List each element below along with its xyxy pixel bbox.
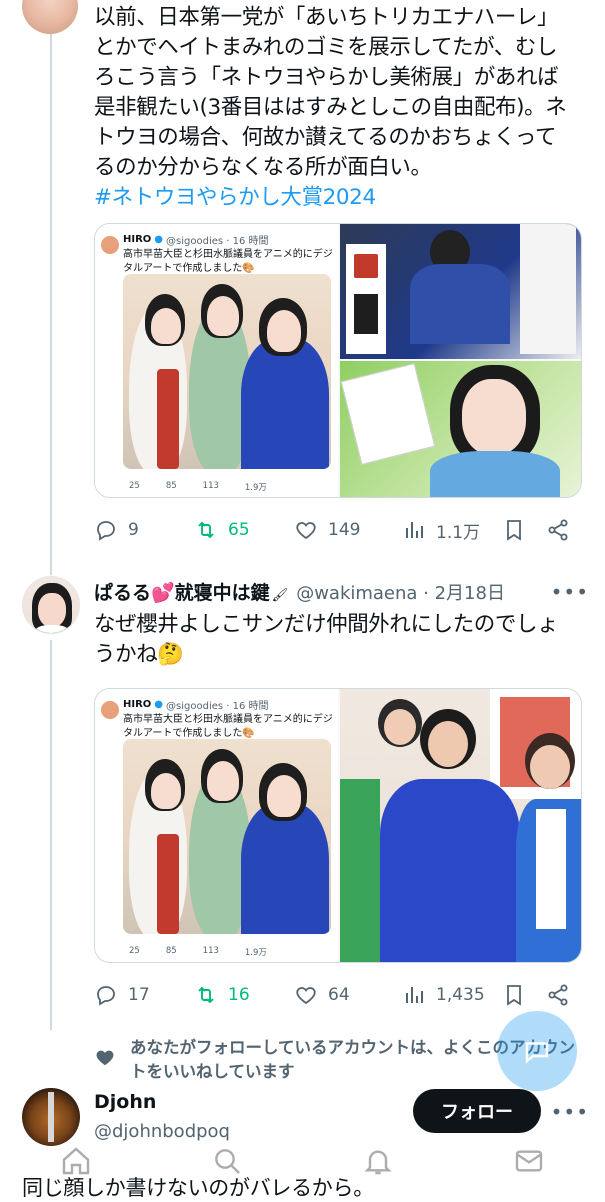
brush-icon: 🖌 xyxy=(271,588,289,603)
heart-icon xyxy=(296,522,316,540)
verified-icon: ● xyxy=(154,698,164,710)
display-name[interactable]: ぱるる💕就寝中は鍵 xyxy=(94,578,270,605)
bookmark-icon xyxy=(507,520,521,541)
avatar[interactable] xyxy=(22,576,80,634)
embed-stats: 25 85 113 1.9万 xyxy=(129,481,267,493)
heart-icon xyxy=(296,987,316,1005)
avatar xyxy=(101,236,119,254)
hashtag-link[interactable]: #ネトウヨやらかし大賞2024 xyxy=(94,183,590,213)
more-options-icon[interactable]: ••• xyxy=(551,580,589,604)
anime-art-image xyxy=(123,739,331,934)
avatar xyxy=(101,701,119,719)
embed-stats: 25 85 113 1.9万 xyxy=(129,946,267,958)
embedded-tweet-image[interactable]: HIRO ● @sigoodies · 16 時間 高市早苗大臣と杉田水脈議員を… xyxy=(95,224,338,497)
tweet-actions: 17 16 64 1,435 xyxy=(94,980,584,1010)
tweet-header: ぱるる💕就寝中は鍵 🖌 @wakimaena · 2月18日 xyxy=(94,578,505,605)
tweet-actions: 9 65 149 1.1万 xyxy=(94,515,584,545)
bookmark-icon xyxy=(507,985,521,1006)
handle-date[interactable]: @wakimaena · 2月18日 xyxy=(296,579,505,605)
heart-filled-icon xyxy=(96,1050,114,1066)
share-button[interactable] xyxy=(546,518,570,542)
bookmark-button[interactable] xyxy=(502,518,546,542)
anime-art-image xyxy=(123,274,331,469)
retweet-button[interactable]: 16 xyxy=(194,983,294,1007)
embedded-tweet-image[interactable]: HIRO ● @sigoodies · 16 時間 高市早苗大臣と杉田水脈議員を… xyxy=(95,689,338,962)
reply-icon xyxy=(97,986,115,1006)
retweet-button[interactable]: 65 xyxy=(194,518,294,542)
tweet-text: 以前、日本第一党が「あいちトリカエナハーレ」 とかでヘイトまみれのゴミを展示して… xyxy=(94,3,590,213)
reply-button[interactable]: 9 xyxy=(94,518,194,542)
share-button[interactable] xyxy=(546,983,570,1007)
thread-line xyxy=(50,0,52,575)
verified-icon: ● xyxy=(154,233,164,245)
share-icon xyxy=(548,984,568,1006)
photo-top-right[interactable] xyxy=(340,224,581,359)
compose-fab[interactable] xyxy=(497,1011,577,1091)
photo-right[interactable] xyxy=(340,689,581,962)
tweet-text: なぜ櫻井よしこサンだけ仲間外れにしたのでしょ うかね🤔 xyxy=(94,612,559,667)
like-button[interactable]: 149 xyxy=(294,518,402,542)
like-button[interactable]: 64 xyxy=(294,983,402,1007)
analytics-icon xyxy=(406,522,423,538)
display-name[interactable]: Djohn xyxy=(94,1091,156,1113)
more-options-icon[interactable]: ••• xyxy=(551,1100,589,1124)
media-grid[interactable]: HIRO ● @sigoodies · 16 時間 高市早苗大臣と杉田水脈議員を… xyxy=(94,688,582,963)
photo-bottom-right[interactable] xyxy=(340,361,581,497)
reply-button[interactable]: 17 xyxy=(94,983,194,1007)
views-button[interactable]: 1.1万 xyxy=(402,518,502,543)
follow-button[interactable]: フォロー xyxy=(413,1089,541,1133)
media-grid[interactable]: HIRO ● @sigoodies · 16 時間 高市早苗大臣と杉田水脈議員を… xyxy=(94,223,582,498)
compose-message-icon xyxy=(525,1042,549,1064)
reply-icon xyxy=(97,521,115,541)
thread-line xyxy=(50,640,52,1030)
tweet-text: 同じ顔しか書けないのがバレるから。 xyxy=(22,1176,374,1200)
mail-icon[interactable] xyxy=(513,1145,545,1177)
share-icon xyxy=(548,519,568,541)
bookmark-button[interactable] xyxy=(502,983,546,1007)
avatar[interactable] xyxy=(22,0,78,34)
retweet-icon xyxy=(198,986,214,1004)
views-button[interactable]: 1,435 xyxy=(402,983,502,1007)
retweet-icon xyxy=(198,521,214,539)
analytics-icon xyxy=(406,987,423,1003)
